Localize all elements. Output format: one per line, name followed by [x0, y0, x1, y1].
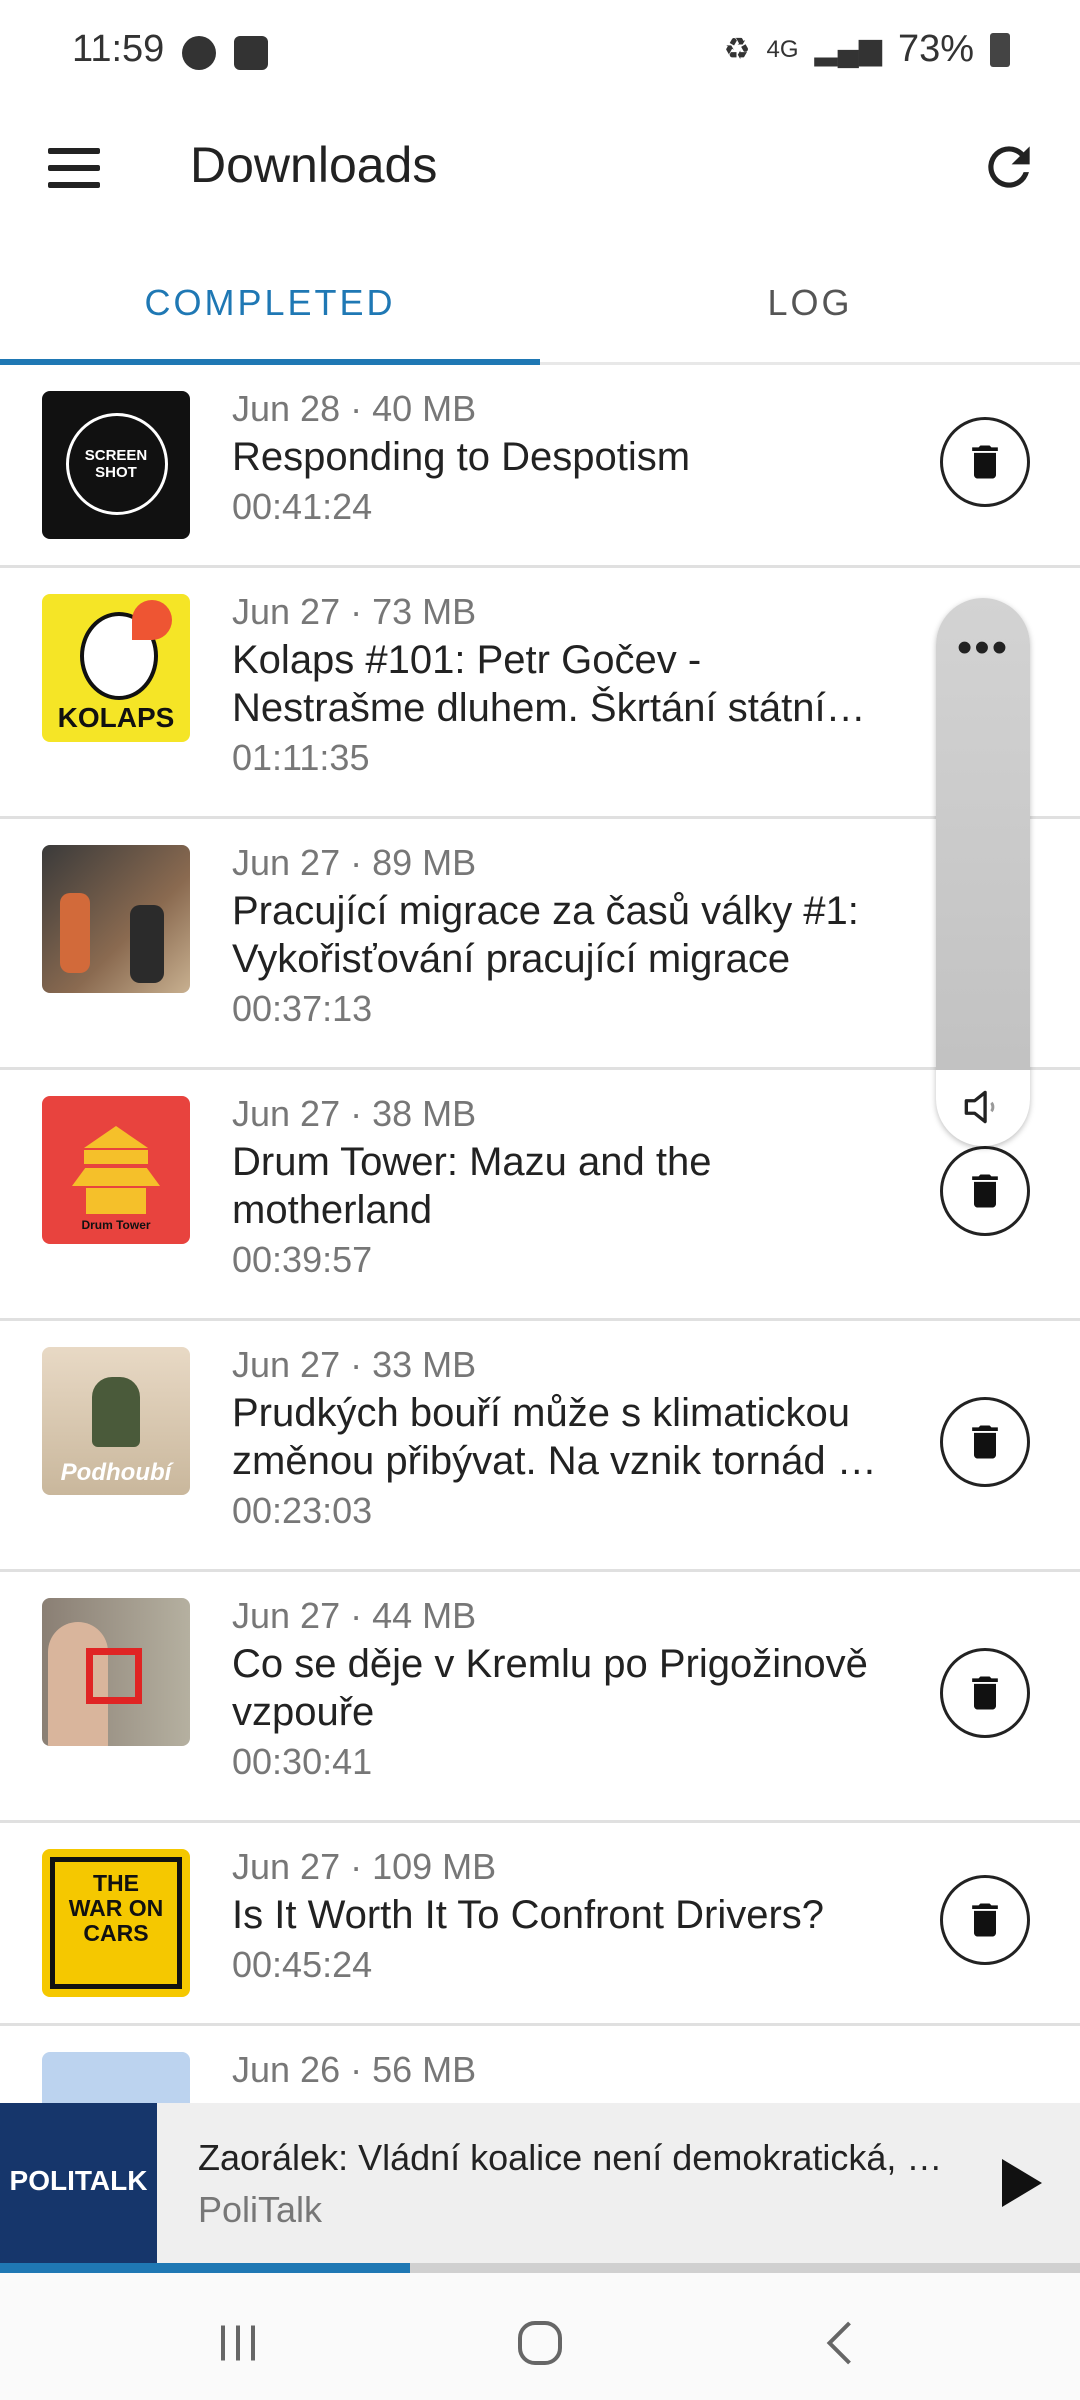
artwork-label: THE WAR ON CARS [68, 1870, 164, 1946]
trash-icon [972, 445, 998, 479]
list-item[interactable]: KOLAPS Jun 27 · 73 MB Kolaps #101: Petr … [0, 568, 1080, 819]
player-artwork: POLITALK [0, 2103, 157, 2263]
volume-panel[interactable]: ••• [936, 598, 1030, 1146]
delete-button[interactable] [940, 417, 1030, 507]
back-icon[interactable] [812, 2313, 872, 2373]
tab-log[interactable]: LOG [540, 255, 1080, 365]
list-item[interactable]: THE WAR ON CARS Jun 27 · 109 MB Is It Wo… [0, 1823, 1080, 2026]
item-duration: 00:41:24 [232, 486, 373, 527]
item-title-line2: Vykořisťování pracující migrace [232, 937, 791, 981]
item-title: Is It Worth It To Confront Drivers? [232, 1893, 825, 1937]
delete-button[interactable] [940, 1397, 1030, 1487]
item-meta: Jun 27 · 44 MB [232, 1595, 477, 1636]
trash-icon [972, 1425, 998, 1459]
mini-player[interactable]: POLITALK Zaorálek: Vládní koalice není d… [0, 2103, 1080, 2263]
clock-icon [234, 36, 268, 70]
playback-progress[interactable] [0, 2263, 1080, 2273]
artwork-label: Podhoubí [60, 1459, 172, 1486]
episode-artwork: KOLAPS [42, 594, 190, 742]
item-meta: Jun 27 · 89 MB [232, 842, 477, 883]
item-title-line2: změnou přibývat. Na vznik tornád … [232, 1439, 877, 1483]
notification-icons [182, 36, 268, 70]
battery-percent: 73% [897, 28, 974, 70]
home-icon[interactable] [510, 2313, 570, 2373]
item-title-line2: vzpouře [232, 1690, 375, 1734]
messenger-icon [182, 36, 216, 70]
item-title-line2: motherland [232, 1188, 433, 1232]
downloads-list: SCREEN SHOT Jun 28 · 40 MB Responding to… [0, 365, 1080, 2277]
system-nav-bar [0, 2273, 1080, 2400]
item-meta: Jun 27 · 38 MB [232, 1093, 477, 1134]
list-item[interactable]: Drum Tower Jun 27 · 38 MB Drum Tower: Ma… [0, 1070, 1080, 1321]
item-duration: 01:11:35 [232, 737, 370, 778]
status-right: ♻ 4G ▂▄▆ 73% [724, 28, 1010, 71]
list-item[interactable]: Podhoubí Jun 27 · 33 MB Prudkých bouří m… [0, 1321, 1080, 1572]
item-duration: 00:37:13 [232, 988, 373, 1029]
speaker-icon[interactable] [958, 1082, 1008, 1132]
item-duration: 00:39:57 [232, 1239, 373, 1280]
episode-artwork: Podhoubí [42, 1347, 190, 1495]
item-duration: 00:45:24 [232, 1944, 373, 1985]
artwork-label: POLITALK [9, 2165, 148, 2196]
artwork-label: KOLAPS [57, 702, 175, 733]
trash-icon [972, 1174, 998, 1208]
list-item[interactable]: SCREEN SHOT Jun 28 · 40 MB Responding to… [0, 365, 1080, 568]
refresh-icon[interactable] [978, 136, 1040, 198]
more-options-icon[interactable]: ••• [936, 626, 1030, 670]
play-icon[interactable] [986, 2151, 1050, 2215]
episode-artwork: Drum Tower [42, 1096, 190, 1244]
tab-bar: COMPLETED LOG [0, 255, 1080, 365]
item-title: Drum Tower: Mazu and the [232, 1140, 712, 1184]
trash-icon [972, 1676, 998, 1710]
item-title-line2: Nestrašme dluhem. Škrtání státní… [232, 686, 866, 730]
item-duration: 00:30:41 [232, 1741, 373, 1782]
artwork-label: Drum Tower [81, 1218, 151, 1232]
item-duration: 00:23:03 [232, 1490, 373, 1531]
episode-artwork: SCREEN SHOT [42, 391, 190, 539]
app-bar: Downloads [0, 108, 1080, 228]
list-item[interactable]: Jun 27 · 89 MB Pracující migrace za časů… [0, 819, 1080, 1070]
menu-icon[interactable] [48, 148, 100, 188]
battery-icon [990, 32, 1010, 67]
item-title: Pracující migrace za časů války #1: [232, 889, 859, 933]
playback-progress-fill [0, 2263, 411, 2273]
artwork-label: SCREEN SHOT [84, 447, 148, 481]
list-item[interactable]: Jun 27 · 44 MB Co se děje v Kremlu po Pr… [0, 1572, 1080, 1823]
item-title: Co se děje v Kremlu po Prigožinově [232, 1642, 868, 1686]
episode-artwork [42, 1598, 190, 1746]
status-time: 11:59 [72, 28, 165, 70]
item-meta: Jun 26 · 56 MB [232, 2049, 477, 2090]
delete-button[interactable] [940, 1648, 1030, 1738]
delete-button[interactable] [940, 1875, 1030, 1965]
signal-icon: ▂▄▆ [814, 33, 882, 66]
delete-button[interactable] [940, 1146, 1030, 1236]
episode-artwork: THE WAR ON CARS [42, 1849, 190, 1997]
tab-completed[interactable]: COMPLETED [0, 255, 540, 365]
item-meta: Jun 28 · 40 MB [232, 388, 477, 429]
player-podcast: PoliTalk [198, 2189, 323, 2230]
status-bar: 11:59 ♻ 4G ▂▄▆ 73% [0, 0, 1080, 108]
item-meta: Jun 27 · 109 MB [232, 1846, 497, 1887]
item-title: Kolaps #101: Petr Gočev - [232, 638, 702, 682]
item-title: Prudkých bouří může s klimatickou [232, 1391, 851, 1435]
recent-apps-icon[interactable] [208, 2313, 268, 2373]
episode-artwork [42, 845, 190, 993]
network-label: 4G [766, 35, 799, 63]
trash-icon [972, 1903, 998, 1937]
page-title: Downloads [190, 137, 438, 193]
player-title: Zaorálek: Vládní koalice není demokratic… [198, 2137, 943, 2178]
data-saver-icon: ♻ [723, 33, 751, 66]
item-meta: Jun 27 · 73 MB [232, 591, 477, 632]
item-title: Responding to Despotism [232, 435, 691, 479]
item-meta: Jun 27 · 33 MB [232, 1344, 477, 1385]
